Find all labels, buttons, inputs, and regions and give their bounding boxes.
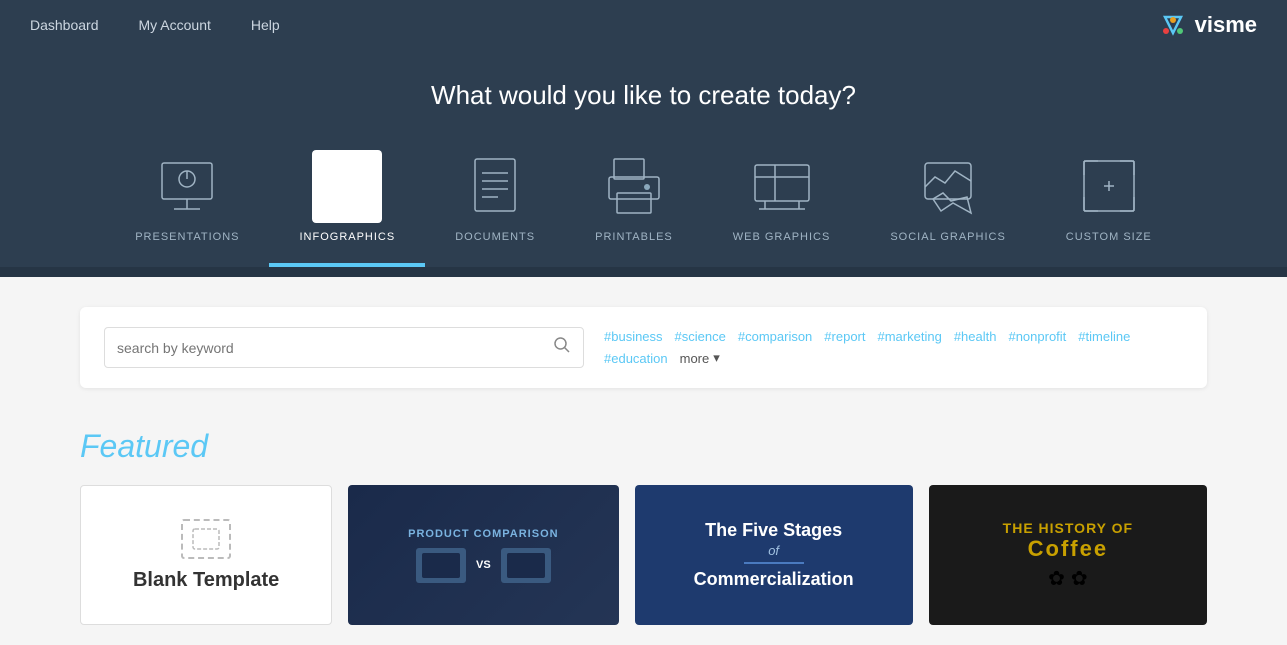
tag-health[interactable]: #health — [954, 329, 997, 344]
five-stages-card[interactable]: The Five Stages of Commercialization — [635, 485, 913, 625]
history-of-coffee-card[interactable]: THE HISTORY OF Coffee ✿ ✿ — [929, 485, 1207, 625]
tag-nonprofit[interactable]: #nonprofit — [1008, 329, 1066, 344]
featured-title: Featured — [80, 428, 1207, 465]
categories-row: PRESENTATIONS INFOGRAPHICS — [0, 141, 1287, 267]
social-graphics-label: SOCIAL GRAPHICS — [890, 231, 1005, 243]
laptop-left-icon — [416, 548, 466, 583]
search-icon — [553, 336, 571, 354]
laptop-screen-left — [422, 553, 460, 578]
hero-section: What would you like to create today? PRE… — [0, 50, 1287, 267]
presentations-label: PRESENTATIONS — [135, 231, 239, 243]
custom-size-icon — [1074, 151, 1144, 221]
laptop-right-icon — [501, 548, 551, 583]
social-graphics-icon — [913, 151, 983, 221]
tag-timeline[interactable]: #timeline — [1078, 329, 1130, 344]
featured-grid: Blank Template Product Comparison VS The… — [80, 485, 1207, 625]
chevron-down-icon: ▾ — [713, 350, 720, 366]
featured-section: Featured Blank Template Product Comparis… — [0, 418, 1287, 645]
nav-help[interactable]: Help — [251, 17, 280, 33]
visme-logo-icon — [1155, 7, 1191, 43]
blank-template-card[interactable]: Blank Template — [80, 485, 332, 625]
tag-education[interactable]: #education — [604, 351, 668, 366]
coffee-main-text: Coffee — [1028, 536, 1108, 562]
hero-heading: What would you like to create today? — [0, 80, 1287, 111]
five-stages-of: of — [768, 543, 779, 558]
search-button[interactable] — [553, 336, 571, 359]
blank-template-icon — [181, 519, 231, 559]
search-input-wrapper — [104, 327, 584, 368]
tag-report[interactable]: #report — [824, 329, 865, 344]
presentations-icon — [152, 151, 222, 221]
top-navigation: Dashboard My Account Help visme — [0, 0, 1287, 50]
web-graphics-icon — [747, 151, 817, 221]
five-stages-commercialization: Commercialization — [694, 568, 854, 591]
nav-my-account[interactable]: My Account — [139, 17, 211, 33]
five-stages-title: The Five Stages — [705, 519, 842, 542]
printables-label: PRINTABLES — [595, 231, 673, 243]
infographics-icon — [312, 151, 382, 221]
tag-business[interactable]: #business — [604, 329, 663, 344]
more-tags-button[interactable]: more ▾ — [680, 350, 720, 366]
category-social-graphics[interactable]: SOCIAL GRAPHICS — [860, 141, 1035, 267]
more-label: more — [680, 351, 710, 366]
product-comparison-title: Product Comparison — [408, 528, 558, 540]
custom-size-label: CUSTOM SIZE — [1066, 231, 1152, 243]
product-comparison-card[interactable]: Product Comparison VS — [348, 485, 618, 625]
documents-icon — [460, 151, 530, 221]
category-custom-size[interactable]: CUSTOM SIZE — [1036, 141, 1182, 267]
category-documents[interactable]: DOCUMENTS — [425, 141, 565, 267]
nav-links: Dashboard My Account Help — [30, 17, 280, 33]
category-printables[interactable]: PRINTABLES — [565, 141, 703, 267]
search-input[interactable] — [117, 340, 545, 356]
tag-comparison[interactable]: #comparison — [738, 329, 812, 344]
search-container: #business #science #comparison #report #… — [80, 307, 1207, 388]
app-logo[interactable]: visme — [1155, 7, 1257, 43]
nav-dashboard[interactable]: Dashboard — [30, 17, 99, 33]
printables-icon — [599, 151, 669, 221]
five-stages-divider — [744, 562, 804, 564]
tag-marketing[interactable]: #marketing — [878, 329, 942, 344]
blank-template-label: Blank Template — [133, 569, 279, 592]
documents-label: DOCUMENTS — [455, 231, 535, 243]
visme-logo-text: visme — [1195, 12, 1257, 38]
blank-doc-icon — [191, 527, 221, 551]
product-vs-area: VS — [416, 548, 551, 583]
category-web-graphics[interactable]: WEB GRAPHICS — [703, 141, 861, 267]
hero-divider — [0, 267, 1287, 277]
category-presentations[interactable]: PRESENTATIONS — [105, 141, 269, 267]
web-graphics-label: WEB GRAPHICS — [733, 231, 831, 243]
laptop-screen-right — [507, 553, 545, 578]
coffee-history-title: THE HISTORY OF — [1003, 520, 1133, 536]
tag-science[interactable]: #science — [675, 329, 726, 344]
vs-text: VS — [476, 559, 491, 571]
infographics-label: INFOGRAPHICS — [299, 231, 395, 243]
category-infographics[interactable]: INFOGRAPHICS — [269, 141, 425, 267]
search-section: #business #science #comparison #report #… — [0, 277, 1287, 418]
tags-area: #business #science #comparison #report #… — [604, 329, 1183, 366]
